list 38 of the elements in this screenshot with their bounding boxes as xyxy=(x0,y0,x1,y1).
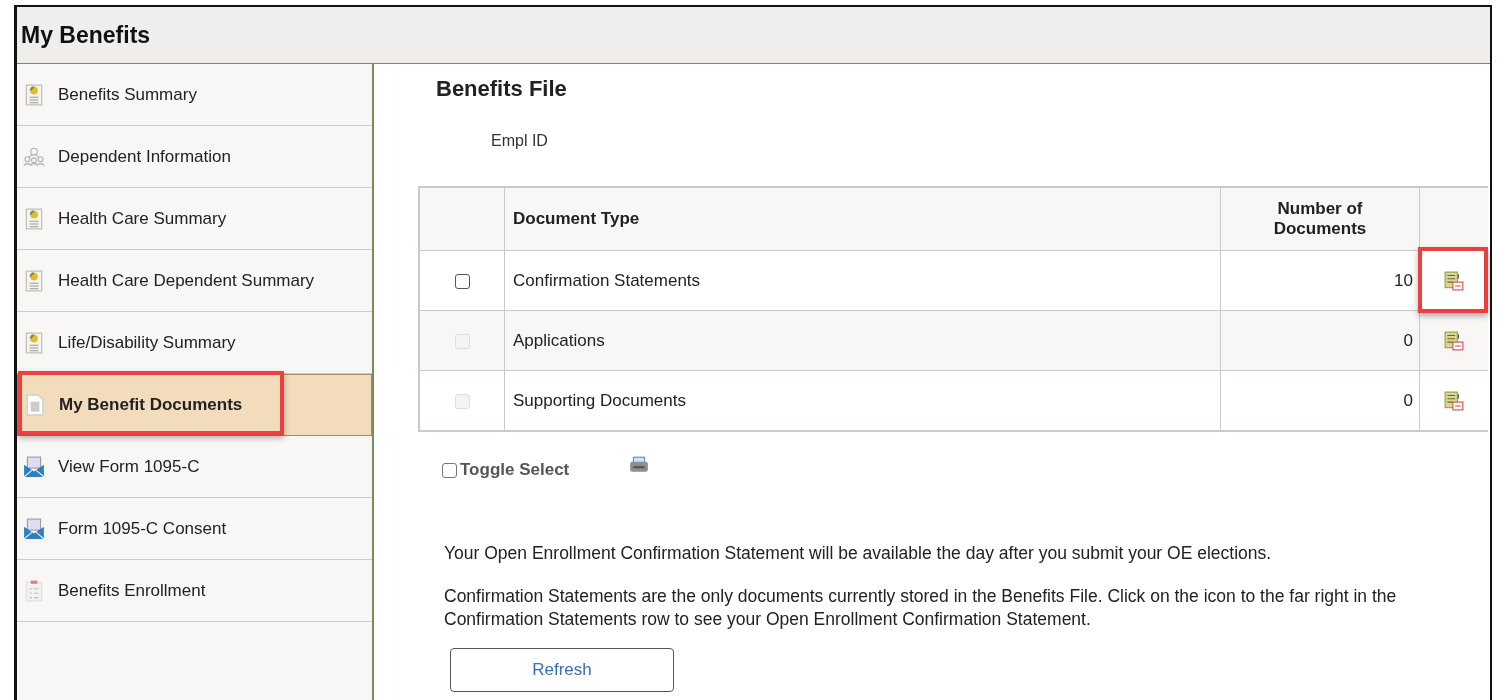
report-icon xyxy=(23,269,45,292)
toggle-checkbox[interactable] xyxy=(442,462,457,478)
table-cell: 0 xyxy=(1220,310,1420,371)
document-list-icon[interactable] xyxy=(1444,270,1464,291)
people-icon xyxy=(23,145,45,168)
table-cell: Applications xyxy=(504,310,1221,371)
checkbox-label[interactable]: Toggle Select xyxy=(460,460,570,480)
report-icon xyxy=(23,331,45,354)
row-checkbox[interactable] xyxy=(454,273,470,289)
info-text: Confirmation Statements are the only documents currently stored in the Benefits File. Click on the icon to the far right in the Confirmation Statements row to see your Open Enrollment Confirmation Statement. xyxy=(444,585,1398,631)
refresh-button[interactable]: Refresh xyxy=(450,648,674,692)
table-cell: 10 xyxy=(1220,250,1420,311)
envelope-icon xyxy=(23,455,45,478)
sidebar-item[interactable]: View Form 1095-C xyxy=(17,436,372,498)
field-label: Empl ID xyxy=(491,132,549,150)
checklist-icon xyxy=(23,579,45,602)
window-title: My Benefits xyxy=(21,21,151,49)
column-header: Document Type xyxy=(504,187,1221,251)
sidebar-item[interactable]: Health Care Summary xyxy=(17,188,372,250)
info-text: Your Open Enrollment Confirmation Statement will be available the day after you submit your OE elections. xyxy=(444,542,1273,565)
document-list-icon[interactable] xyxy=(1444,390,1464,411)
page-title: Benefits File xyxy=(436,76,568,102)
report-icon xyxy=(23,207,45,230)
sidebar-item[interactable]: My Benefit Documents xyxy=(17,374,372,436)
table-cell: 0 xyxy=(1220,370,1420,431)
table-cell: Supporting Documents xyxy=(504,370,1221,431)
sidebar-item[interactable]: Health Care Dependent Summary xyxy=(17,250,372,312)
table-cell: Confirmation Statements xyxy=(504,250,1221,311)
sidebar-item[interactable]: Benefits Summary xyxy=(17,64,372,126)
sidebar-item[interactable]: Benefits Enrollment xyxy=(17,560,372,622)
document-list-icon[interactable] xyxy=(1444,330,1464,351)
sidebar-item[interactable]: Dependent Information xyxy=(17,126,372,188)
page-icon xyxy=(24,394,46,416)
printer-icon[interactable] xyxy=(629,456,650,474)
sidebar-item[interactable]: Form 1095-C Consent xyxy=(17,498,372,560)
column-header: Number of Documents xyxy=(1220,187,1420,251)
envelope-icon xyxy=(23,517,45,540)
report-icon xyxy=(23,83,45,106)
